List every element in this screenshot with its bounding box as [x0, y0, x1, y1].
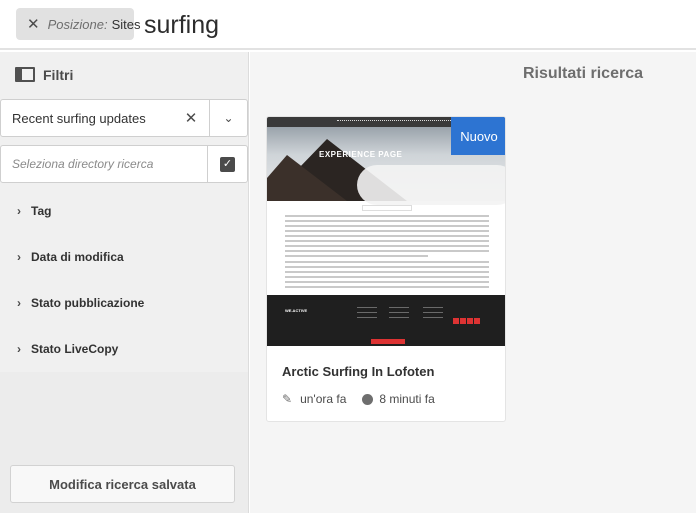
modified-time: un'ora fa: [300, 392, 347, 406]
search-bar: ✕ Posizione: Sites surfing: [0, 0, 696, 50]
directory-picker-button[interactable]: ✓: [207, 146, 247, 182]
facet-list: › Tag › Data di modifica › Stato pubblic…: [0, 188, 248, 372]
facet-label: Stato LiveCopy: [31, 342, 119, 356]
filter-title: Filtri: [43, 67, 74, 83]
chip-label: Posizione:: [47, 16, 108, 32]
search-query[interactable]: surfing: [144, 9, 219, 41]
chip-value: Sites: [111, 16, 141, 32]
close-icon[interactable]: ✕: [27, 17, 40, 32]
thumbnail-hero-text: EXPERIENCE PAGE: [319, 150, 403, 159]
filter-header: Filtri: [0, 52, 249, 98]
new-badge: Nuovo: [451, 117, 505, 155]
checkbox-icon: ✓: [220, 156, 235, 172]
facet-tag[interactable]: › Tag: [0, 188, 248, 234]
rail-icon[interactable]: [15, 67, 35, 83]
facet-label: Tag: [31, 204, 52, 218]
chevron-down-icon[interactable]: ⌄: [209, 100, 247, 136]
chevron-right-icon: ›: [17, 250, 21, 264]
result-card[interactable]: EXPERIENCE PAGE WE.ACTIVE Nuovo Arctic S…: [266, 116, 506, 422]
globe-icon: [362, 393, 374, 405]
location-chip[interactable]: ✕ Posizione: Sites: [16, 8, 140, 40]
saved-search-select[interactable]: Recent surfing updates ✕ ⌄: [0, 99, 248, 137]
chevron-right-icon: ›: [17, 296, 21, 310]
directory-input[interactable]: [1, 157, 207, 171]
results-title: Risultati ricerca: [522, 65, 643, 82]
facet-livecopy-status[interactable]: › Stato LiveCopy: [0, 326, 248, 372]
close-icon[interactable]: ✕: [173, 109, 209, 127]
results-pane: Risultati ricerca EXPERIENCE PAGE WE.ACT…: [250, 52, 696, 513]
facet-label: Stato pubblicazione: [31, 296, 145, 310]
filter-panel: Filtri Recent surfing updates ✕ ⌄ ✓ › Ta…: [0, 52, 249, 513]
chevron-right-icon: ›: [17, 342, 21, 356]
card-meta: ✎ un'ora fa 8 minuti fa: [282, 392, 435, 406]
facet-label: Data di modifica: [31, 250, 124, 264]
saved-search-value: Recent surfing updates: [12, 110, 146, 126]
pencil-icon: ✎: [282, 392, 293, 406]
facet-modified-date[interactable]: › Data di modifica: [0, 234, 248, 280]
thumbnail-body-text: [285, 215, 489, 291]
chevron-right-icon: ›: [17, 204, 21, 218]
facet-publication-status[interactable]: › Stato pubblicazione: [0, 280, 248, 326]
directory-field: ✓: [0, 145, 248, 183]
published-time: 8 minuti fa: [379, 392, 435, 406]
thumbnail-logo: WE.ACTIVE: [285, 308, 308, 313]
edit-saved-search-button[interactable]: Modifica ricerca salvata: [10, 465, 235, 503]
thumbnail-footer: WE.ACTIVE: [267, 295, 505, 346]
card-title[interactable]: Arctic Surfing In Lofoten: [282, 364, 434, 379]
